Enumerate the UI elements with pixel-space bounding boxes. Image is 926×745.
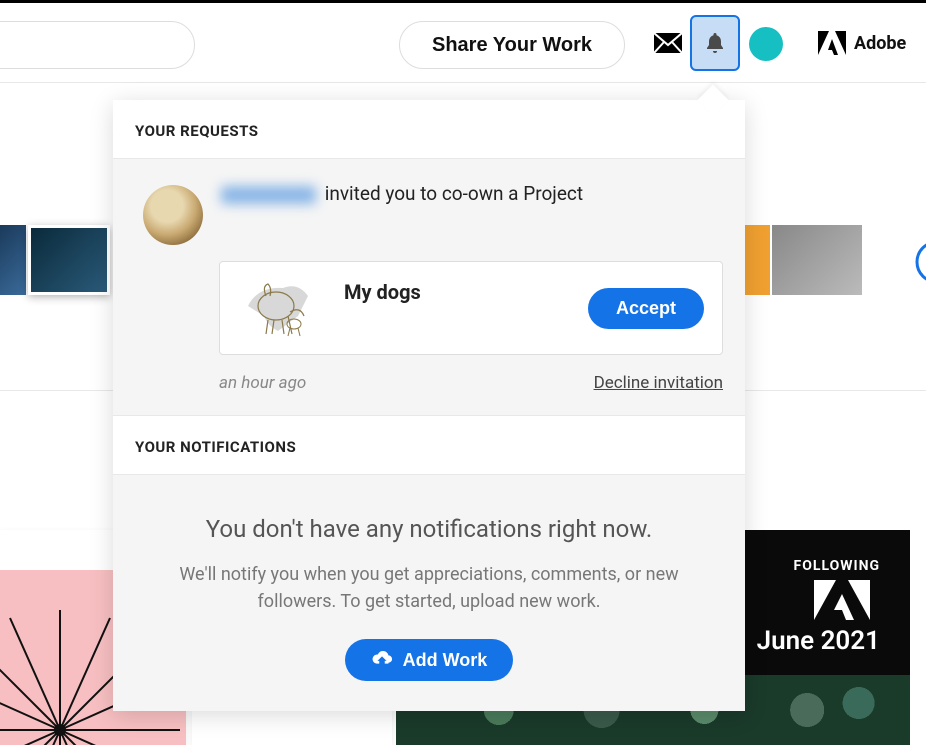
accept-button[interactable]: Accept (588, 288, 704, 329)
request-message-text: invited you to co-own a Project (325, 182, 583, 205)
requests-heading: YOUR REQUESTS (113, 100, 745, 159)
notifications-popover: YOUR REQUESTS invited you to co-own a Pr… (113, 100, 745, 711)
cloud-upload-icon (371, 649, 393, 671)
carousel-next-icon[interactable] (915, 240, 926, 284)
notifications-button[interactable] (690, 15, 740, 71)
request-message: invited you to co-own a Project (221, 181, 583, 208)
adobe-logo[interactable]: Adobe (818, 31, 906, 55)
search-input[interactable] (0, 21, 195, 69)
project-thumbnail[interactable] (238, 276, 324, 340)
empty-title: You don't have any notifications right n… (153, 515, 705, 543)
project-title: My dogs (344, 276, 568, 304)
adobe-a-icon (814, 580, 870, 620)
decline-invitation-link[interactable]: Decline invitation (594, 373, 723, 393)
project-preview-card: My dogs Accept (219, 261, 723, 355)
month-label: June 2021 (757, 626, 880, 656)
user-avatar[interactable] (749, 27, 783, 61)
bell-icon (703, 31, 727, 55)
share-your-work-button[interactable]: Share Your Work (399, 21, 625, 69)
app-header: Share Your Work Adobe (0, 3, 926, 83)
notifications-heading: YOUR NOTIFICATIONS (113, 416, 745, 475)
requester-name-redacted (221, 186, 316, 204)
request-timestamp: an hour ago (219, 373, 306, 393)
following-badge: FOLLOWING (794, 558, 880, 574)
notifications-empty-state: You don't have any notifications right n… (113, 475, 745, 711)
empty-subtitle: We'll notify you when you get appreciati… (153, 561, 705, 615)
add-work-label: Add Work (403, 650, 488, 671)
adobe-a-icon (818, 31, 846, 55)
request-item: invited you to co-own a Project My dogs … (113, 159, 745, 416)
requester-avatar[interactable] (143, 185, 203, 245)
adobe-text: Adobe (854, 33, 906, 54)
mail-icon[interactable] (654, 33, 682, 53)
add-work-button[interactable]: Add Work (345, 639, 514, 681)
